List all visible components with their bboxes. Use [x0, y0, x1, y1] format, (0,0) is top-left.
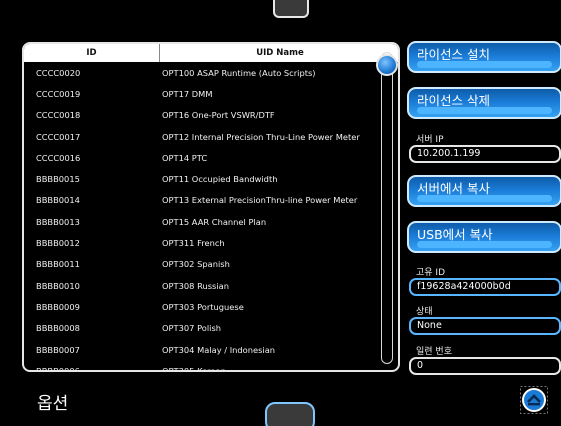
copy-from-usb-button[interactable]: USB에서 복사 [407, 221, 561, 253]
table-row[interactable]: BBBB0011 OPT302 Spanish [24, 254, 380, 275]
unique-id-field[interactable]: f19628a424000b0d [409, 278, 561, 296]
row-uid-name-cell: OPT305 Korean [162, 365, 226, 372]
row-id-cell: BBBB0015 [36, 174, 80, 185]
row-id-cell: BBBB0012 [36, 238, 80, 249]
row-uid-name-cell: OPT308 Russian [162, 280, 230, 291]
row-uid-name-cell: OPT307 Polish [162, 323, 222, 334]
row-id-cell: CCCC0017 [36, 131, 81, 142]
scrollbar-track[interactable] [381, 52, 393, 364]
table-row[interactable]: BBBB0015 OPT11 Occupied Bandwidth [24, 168, 380, 189]
row-id-cell: BBBB0014 [36, 195, 80, 206]
row-uid-name-cell: OPT16 One-Port VSWR/DTF [162, 110, 275, 121]
license-table: ID UID Name CCCC0020 OPT100 ASAP Runtime … [22, 42, 400, 372]
table-row[interactable]: BBBB0012 OPT311 French [24, 232, 380, 253]
table-row[interactable]: CCCC0020 OPT100 ASAP Runtime (Auto Script… [24, 62, 380, 83]
delete-license-label: 라이선스 삭제 [417, 93, 490, 108]
table-row[interactable]: CCCC0018 OPT16 One-Port VSWR/DTF [24, 105, 380, 126]
button-highlight [417, 195, 552, 202]
table-row[interactable]: BBBB0008 OPT307 Polish [24, 318, 380, 339]
table-header: ID UID Name [24, 44, 398, 62]
install-license-label: 라이선스 설치 [417, 47, 490, 62]
bottom-tab-handle[interactable] [265, 402, 315, 426]
row-id-cell: BBBB0010 [36, 280, 80, 291]
row-uid-name-cell: OPT15 AAR Channel Plan [162, 216, 267, 227]
copy-from-server-button[interactable]: 서버에서 복사 [407, 175, 561, 207]
column-header-uid-name[interactable]: UID Name [160, 44, 398, 62]
table-row[interactable]: CCCC0016 OPT14 PTC [24, 147, 380, 168]
row-uid-name-cell: OPT11 Occupied Bandwidth [162, 174, 278, 185]
row-id-cell: BBBB0013 [36, 216, 80, 227]
table-row[interactable]: BBBB0009 OPT303 Portuguese [24, 296, 380, 317]
row-uid-name-cell: OPT13 External PrecisionThru-line Power … [162, 195, 358, 206]
row-id-cell: BBBB0006 [36, 365, 80, 372]
button-highlight [417, 61, 552, 68]
delete-license-button[interactable]: 라이선스 삭제 [407, 87, 561, 119]
table-row[interactable]: CCCC0017 OPT12 Internal Precision Thru-Li… [24, 126, 380, 147]
row-uid-name-cell: OPT14 PTC [162, 152, 208, 163]
table-row[interactable]: BBBB0010 OPT308 Russian [24, 275, 380, 296]
serial-number-field[interactable]: 0 [409, 357, 561, 375]
copy-from-usb-label: USB에서 복사 [417, 227, 493, 242]
button-highlight [417, 107, 552, 114]
status-label: 상태 [416, 307, 433, 317]
up-navigation-icon[interactable] [520, 386, 548, 414]
options-screen: ID UID Name CCCC0020 OPT100 ASAP Runtime … [0, 0, 561, 426]
copy-from-server-label: 서버에서 복사 [417, 181, 490, 196]
row-uid-name-cell: OPT303 Portuguese [162, 301, 244, 312]
table-body: CCCC0020 OPT100 ASAP Runtime (Auto Script… [24, 62, 380, 372]
row-id-cell: CCCC0016 [36, 152, 81, 163]
row-uid-name-cell: OPT311 French [162, 238, 225, 249]
table-row[interactable]: CCCC0019 OPT17 DMM [24, 83, 380, 104]
top-tab-handle[interactable] [273, 0, 309, 18]
row-uid-name-cell: OPT12 Internal Precision Thru-Line Power… [162, 131, 360, 142]
scroll-thumb-icon[interactable] [376, 54, 398, 76]
button-highlight [417, 241, 552, 248]
row-uid-name-cell: OPT100 ASAP Runtime (Auto Scripts) [162, 67, 316, 78]
install-license-button[interactable]: 라이선스 설치 [407, 41, 561, 73]
row-id-cell: BBBB0011 [36, 259, 80, 270]
row-id-cell: BBBB0007 [36, 344, 80, 355]
table-row[interactable]: BBBB0013 OPT15 AAR Channel Plan [24, 211, 380, 232]
row-id-cell: BBBB0009 [36, 301, 80, 312]
row-id-cell: CCCC0018 [36, 110, 81, 121]
page-title: 옵션 [37, 394, 69, 414]
table-row[interactable]: BBBB0006 OPT305 Korean [24, 360, 380, 372]
server-ip-field[interactable]: 10.200.1.199 [409, 145, 561, 163]
server-ip-label: 서버 IP [416, 135, 444, 145]
row-uid-name-cell: OPT17 DMM [162, 88, 213, 99]
row-uid-name-cell: OPT304 Malay / Indonesian [162, 344, 276, 355]
column-header-id[interactable]: ID [24, 44, 160, 62]
serial-number-label: 일련 번호 [416, 347, 452, 357]
table-row[interactable]: BBBB0007 OPT304 Malay / Indonesian [24, 339, 380, 360]
row-uid-name-cell: OPT302 Spanish [162, 259, 230, 270]
row-id-cell: CCCC0020 [36, 67, 81, 78]
row-id-cell: BBBB0008 [36, 323, 80, 334]
unique-id-label: 고유 ID [416, 268, 446, 278]
status-field[interactable]: None [409, 317, 561, 335]
table-row[interactable]: BBBB0014 OPT13 External PrecisionThru-lin… [24, 190, 380, 211]
row-id-cell: CCCC0019 [36, 88, 81, 99]
